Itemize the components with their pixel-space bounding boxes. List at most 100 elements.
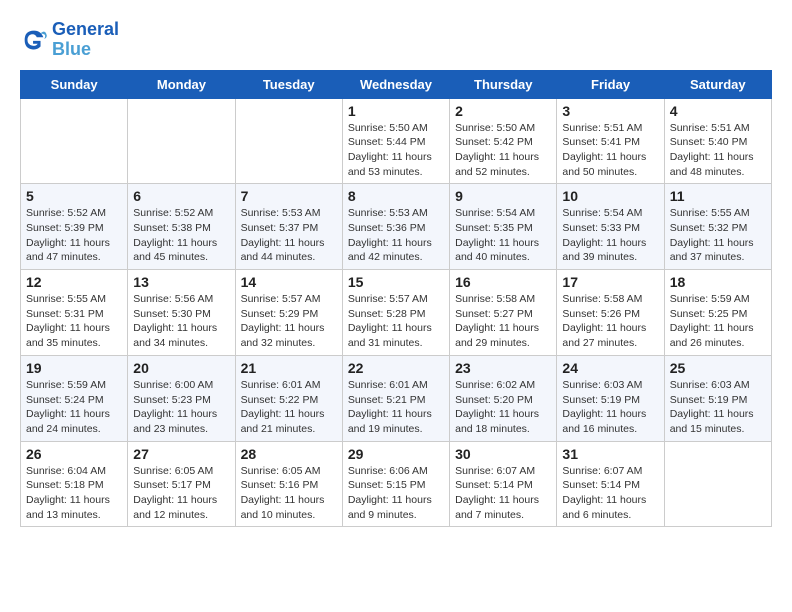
day-info-line: Sunrise: 5:54 AM bbox=[455, 207, 535, 219]
day-info-line: Daylight: 11 hours bbox=[455, 408, 539, 420]
page-header: General Blue bbox=[20, 20, 772, 60]
day-info: Sunrise: 6:07 AMSunset: 5:14 PMDaylight:… bbox=[455, 464, 551, 523]
day-info: Sunrise: 5:54 AMSunset: 5:35 PMDaylight:… bbox=[455, 206, 551, 265]
day-info-line: Sunrise: 6:01 AM bbox=[241, 379, 321, 391]
day-info-line: Sunrise: 6:01 AM bbox=[348, 379, 428, 391]
day-info-line: Sunrise: 5:52 AM bbox=[133, 207, 213, 219]
day-info-line: Daylight: 11 hours bbox=[670, 408, 754, 420]
day-info-line: Daylight: 11 hours bbox=[241, 494, 325, 506]
day-info-line: Sunrise: 5:57 AM bbox=[348, 293, 428, 305]
calendar-cell: 14Sunrise: 5:57 AMSunset: 5:29 PMDayligh… bbox=[235, 270, 342, 356]
calendar-cell: 26Sunrise: 6:04 AMSunset: 5:18 PMDayligh… bbox=[21, 441, 128, 527]
day-info-line: Daylight: 11 hours bbox=[133, 322, 217, 334]
day-info-line: Daylight: 11 hours bbox=[348, 322, 432, 334]
calendar-cell: 2Sunrise: 5:50 AMSunset: 5:42 PMDaylight… bbox=[450, 98, 557, 184]
day-info-line: Daylight: 11 hours bbox=[670, 151, 754, 163]
day-number: 19 bbox=[26, 360, 122, 376]
calendar-cell: 4Sunrise: 5:51 AMSunset: 5:40 PMDaylight… bbox=[664, 98, 771, 184]
calendar-cell: 7Sunrise: 5:53 AMSunset: 5:37 PMDaylight… bbox=[235, 184, 342, 270]
day-info: Sunrise: 6:07 AMSunset: 5:14 PMDaylight:… bbox=[562, 464, 658, 523]
weekday-header: Monday bbox=[128, 70, 235, 98]
day-info-line: Sunset: 5:33 PM bbox=[562, 222, 640, 234]
day-info-line: Daylight: 11 hours bbox=[455, 494, 539, 506]
day-info-line: and 16 minutes. bbox=[562, 423, 637, 435]
day-number: 22 bbox=[348, 360, 444, 376]
day-info-line: Sunset: 5:24 PM bbox=[26, 394, 104, 406]
day-info-line: and 19 minutes. bbox=[348, 423, 423, 435]
day-info: Sunrise: 5:58 AMSunset: 5:26 PMDaylight:… bbox=[562, 292, 658, 351]
day-info-line: Daylight: 11 hours bbox=[455, 237, 539, 249]
day-info-line: Sunrise: 5:52 AM bbox=[26, 207, 106, 219]
calendar-cell: 25Sunrise: 6:03 AMSunset: 5:19 PMDayligh… bbox=[664, 355, 771, 441]
day-info-line: Daylight: 11 hours bbox=[348, 494, 432, 506]
day-info-line: Sunset: 5:22 PM bbox=[241, 394, 319, 406]
day-info: Sunrise: 5:59 AMSunset: 5:25 PMDaylight:… bbox=[670, 292, 766, 351]
day-info: Sunrise: 5:53 AMSunset: 5:37 PMDaylight:… bbox=[241, 206, 337, 265]
day-info: Sunrise: 5:53 AMSunset: 5:36 PMDaylight:… bbox=[348, 206, 444, 265]
day-info-line: Daylight: 11 hours bbox=[241, 237, 325, 249]
day-info-line: Sunrise: 5:50 AM bbox=[455, 122, 535, 134]
day-info: Sunrise: 6:02 AMSunset: 5:20 PMDaylight:… bbox=[455, 378, 551, 437]
day-info: Sunrise: 5:59 AMSunset: 5:24 PMDaylight:… bbox=[26, 378, 122, 437]
day-info-line: Sunrise: 5:59 AM bbox=[670, 293, 750, 305]
logo-icon bbox=[20, 26, 48, 54]
day-number: 16 bbox=[455, 274, 551, 290]
day-info-line: Sunrise: 5:54 AM bbox=[562, 207, 642, 219]
weekday-header-row: SundayMondayTuesdayWednesdayThursdayFrid… bbox=[21, 70, 772, 98]
day-info-line: Sunset: 5:14 PM bbox=[455, 479, 533, 491]
day-number: 24 bbox=[562, 360, 658, 376]
day-info: Sunrise: 5:54 AMSunset: 5:33 PMDaylight:… bbox=[562, 206, 658, 265]
day-info: Sunrise: 6:01 AMSunset: 5:22 PMDaylight:… bbox=[241, 378, 337, 437]
day-info-line: and 13 minutes. bbox=[26, 509, 101, 521]
day-info-line: and 9 minutes. bbox=[348, 509, 417, 521]
day-number: 29 bbox=[348, 446, 444, 462]
day-info: Sunrise: 6:04 AM Sunset: 5:18 PM Daylight:… bbox=[26, 464, 122, 523]
day-number: 2 bbox=[455, 103, 551, 119]
calendar-cell bbox=[128, 98, 235, 184]
day-info-line: Sunrise: 5:55 AM bbox=[670, 207, 750, 219]
logo: General Blue bbox=[20, 20, 119, 60]
day-info-line: Sunset: 5:37 PM bbox=[241, 222, 319, 234]
day-info-line: and 40 minutes. bbox=[455, 251, 530, 263]
day-info-line: Sunset: 5:25 PM bbox=[670, 308, 748, 320]
day-info: Sunrise: 5:58 AMSunset: 5:27 PMDaylight:… bbox=[455, 292, 551, 351]
day-info-line: Sunrise: 6:04 AM bbox=[26, 465, 106, 477]
day-number: 6 bbox=[133, 188, 229, 204]
day-info: Sunrise: 6:05 AMSunset: 5:16 PMDaylight:… bbox=[241, 464, 337, 523]
day-info: Sunrise: 5:51 AMSunset: 5:40 PMDaylight:… bbox=[670, 121, 766, 180]
day-info-line: and 12 minutes. bbox=[133, 509, 208, 521]
day-info-line: Sunrise: 5:59 AM bbox=[26, 379, 106, 391]
day-info-line: Daylight: 11 hours bbox=[562, 494, 646, 506]
calendar-cell: 29 Sunrise: 6:06 AMSunset: 5:15 PMDayligh… bbox=[342, 441, 449, 527]
day-info: Sunrise: 5:57 AMSunset: 5:29 PMDaylight:… bbox=[241, 292, 337, 351]
day-info: Sunrise: 5:51 AMSunset: 5:41 PMDaylight:… bbox=[562, 121, 658, 180]
day-number: 23 bbox=[455, 360, 551, 376]
day-info-line: Sunrise: 6:07 AM bbox=[562, 465, 642, 477]
day-info: Sunrise: 5:55 AMSunset: 5:32 PMDaylight:… bbox=[670, 206, 766, 265]
day-info-line: Sunset: 5:38 PM bbox=[133, 222, 211, 234]
calendar-cell: 9Sunrise: 5:54 AMSunset: 5:35 PMDaylight… bbox=[450, 184, 557, 270]
calendar-cell: 10Sunrise: 5:54 AMSunset: 5:33 PMDayligh… bbox=[557, 184, 664, 270]
day-info-line: Daylight: 11 hours bbox=[133, 494, 217, 506]
day-number: 21 bbox=[241, 360, 337, 376]
day-info-line: Daylight: 11 hours bbox=[26, 494, 110, 506]
day-info-line: and 45 minutes. bbox=[133, 251, 208, 263]
day-number: 30 bbox=[455, 446, 551, 462]
calendar-cell: 20Sunrise: 6:00 AMSunset: 5:23 PMDayligh… bbox=[128, 355, 235, 441]
day-info: Sunrise: 6:06 AMSunset: 5:15 PMDaylight:… bbox=[348, 464, 444, 523]
day-info: Sunrise: 5:52 AMSunset: 5:38 PMDaylight:… bbox=[133, 206, 229, 265]
day-info-line: and 29 minutes. bbox=[455, 337, 530, 349]
day-number: 12 bbox=[26, 274, 122, 290]
day-info-line: and 50 minutes. bbox=[562, 166, 637, 178]
day-info-line: Sunrise: 5:51 AM bbox=[670, 122, 750, 134]
day-info-line: Sunset: 5:41 PM bbox=[562, 136, 640, 148]
day-info-line: Sunset: 5:28 PM bbox=[348, 308, 426, 320]
day-info-line: Sunset: 5:18 PM bbox=[26, 479, 104, 491]
day-number: 25 bbox=[670, 360, 766, 376]
calendar-cell: 12Sunrise: 5:55 AMSunset: 5:31 PMDayligh… bbox=[21, 270, 128, 356]
day-info-line: Sunrise: 6:05 AM bbox=[241, 465, 321, 477]
day-info-line: and 53 minutes. bbox=[348, 166, 423, 178]
weekday-header: Sunday bbox=[21, 70, 128, 98]
day-info-line: Sunrise: 5:55 AM bbox=[26, 293, 106, 305]
day-number: 15 bbox=[348, 274, 444, 290]
